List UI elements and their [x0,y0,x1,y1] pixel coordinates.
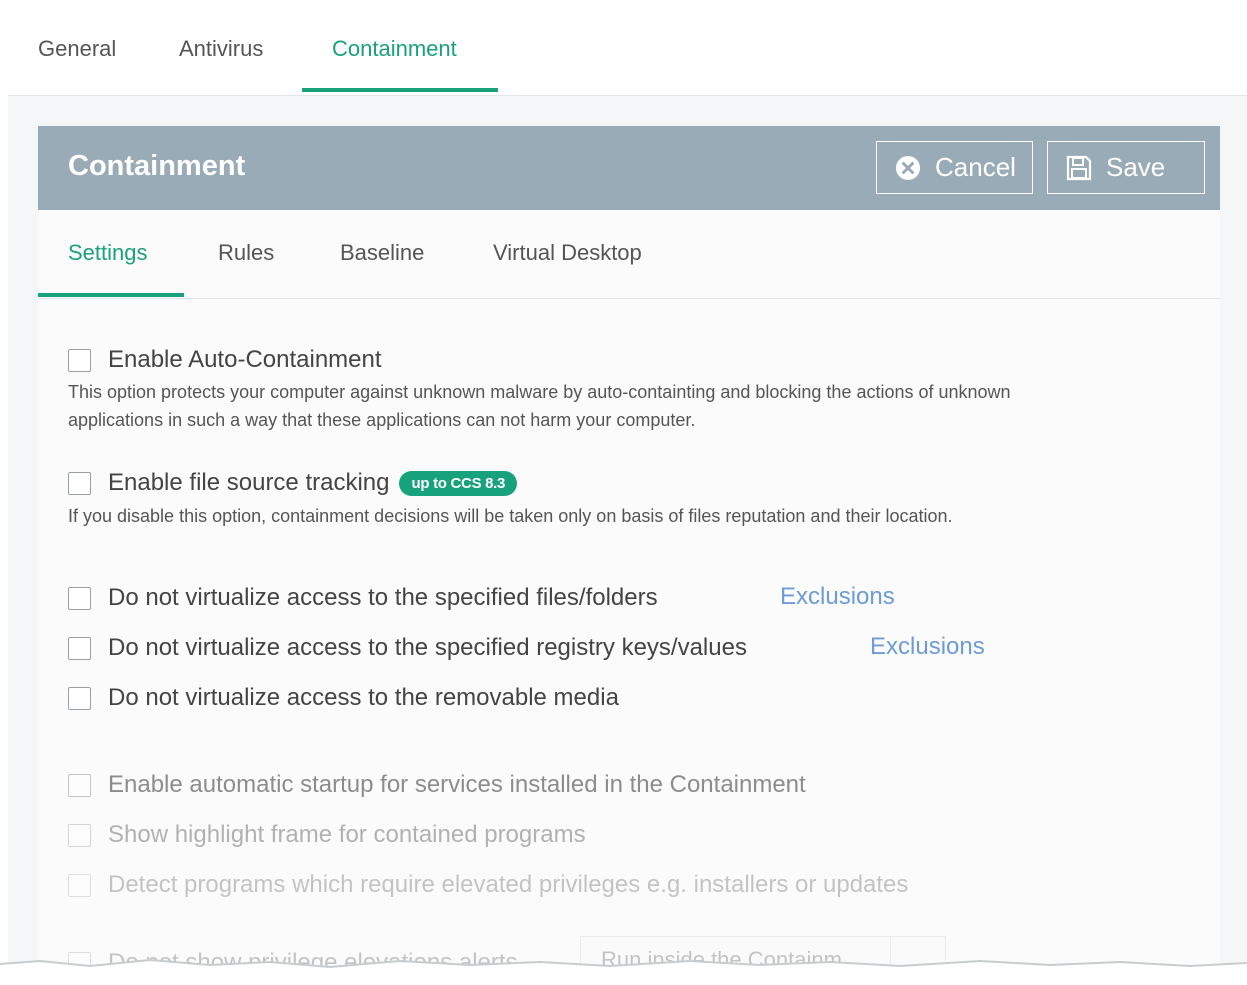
auto-containment-checkbox[interactable] [68,348,91,372]
inner-tab-bar: Settings Rules Baseline Virtual Desktop [38,210,1220,299]
highlight-frame-checkbox[interactable] [68,823,91,847]
option-file-source-tracking: Enable file source tracking up to CCS 8.… [68,469,518,497]
floppy-disk-icon [1066,155,1092,181]
no-virt-registry-checkbox[interactable] [68,636,91,660]
auto-containment-description-line2: applications in such a way that these ap… [68,410,696,430]
file-source-tracking-label: Enable file source tracking [108,469,390,496]
detect-elevated-label: Detect programs which require elevated p… [108,871,909,898]
no-virt-registry-label: Do not virtualize access to the specifie… [108,634,747,661]
save-label: Save [1106,152,1166,182]
panel-header: Containment Cancel Save [38,126,1220,210]
tab-rules[interactable]: Rules [218,240,274,266]
no-virt-files-label: Do not virtualize access to the specifie… [108,584,658,611]
version-badge: up to CCS 8.3 [399,470,518,496]
tab-virtual-desktop[interactable]: Virtual Desktop [493,240,642,266]
auto-startup-checkbox[interactable] [68,773,91,797]
no-virt-removable-checkbox[interactable] [68,686,91,710]
detect-elevated-checkbox[interactable] [68,873,91,897]
file-source-tracking-description: If you disable this option, containment … [68,506,953,526]
option-auto-startup: Enable automatic startup for services in… [68,771,806,799]
active-tab-indicator [302,88,498,92]
torn-edge [0,958,1247,985]
no-virt-files-checkbox[interactable] [68,586,91,610]
cancel-button[interactable]: Cancel [876,141,1033,194]
option-detect-elevated: Detect programs which require elevated p… [68,871,908,899]
cancel-label: Cancel [935,152,1016,182]
tab-baseline[interactable]: Baseline [340,240,424,266]
tab-containment[interactable]: Containment [332,36,457,62]
top-tab-bar: General Antivirus Containment [8,8,1247,96]
option-no-virt-registry: Do not virtualize access to the specifie… [68,634,747,662]
tab-general[interactable]: General [38,36,116,62]
panel-title: Containment [68,150,246,182]
option-no-virt-removable: Do not virtualize access to the removabl… [68,684,619,712]
option-no-virt-files: Do not virtualize access to the specifie… [68,584,658,612]
tab-antivirus[interactable]: Antivirus [179,36,263,62]
containment-panel: Containment Cancel Save Settings Rules B… [38,126,1220,985]
option-highlight-frame: Show highlight frame for contained progr… [68,821,586,849]
tab-settings[interactable]: Settings [68,240,148,266]
option-auto-containment: Enable Auto-Containment [68,346,382,374]
registry-exclusions-link[interactable]: Exclusions [870,633,985,661]
auto-containment-description: This option protects your computer again… [68,378,1168,434]
auto-startup-label: Enable automatic startup for services in… [108,771,806,798]
no-virt-removable-label: Do not virtualize access to the removabl… [108,684,619,711]
inner-active-tab-indicator [38,293,184,297]
save-button[interactable]: Save [1047,141,1205,194]
file-source-tracking-checkbox[interactable] [68,471,91,495]
auto-containment-label: Enable Auto-Containment [108,346,382,373]
highlight-frame-label: Show highlight frame for contained progr… [108,821,586,848]
files-exclusions-link[interactable]: Exclusions [780,583,895,611]
auto-containment-description-line1: This option protects your computer again… [68,382,1011,402]
close-circle-icon [895,155,921,181]
